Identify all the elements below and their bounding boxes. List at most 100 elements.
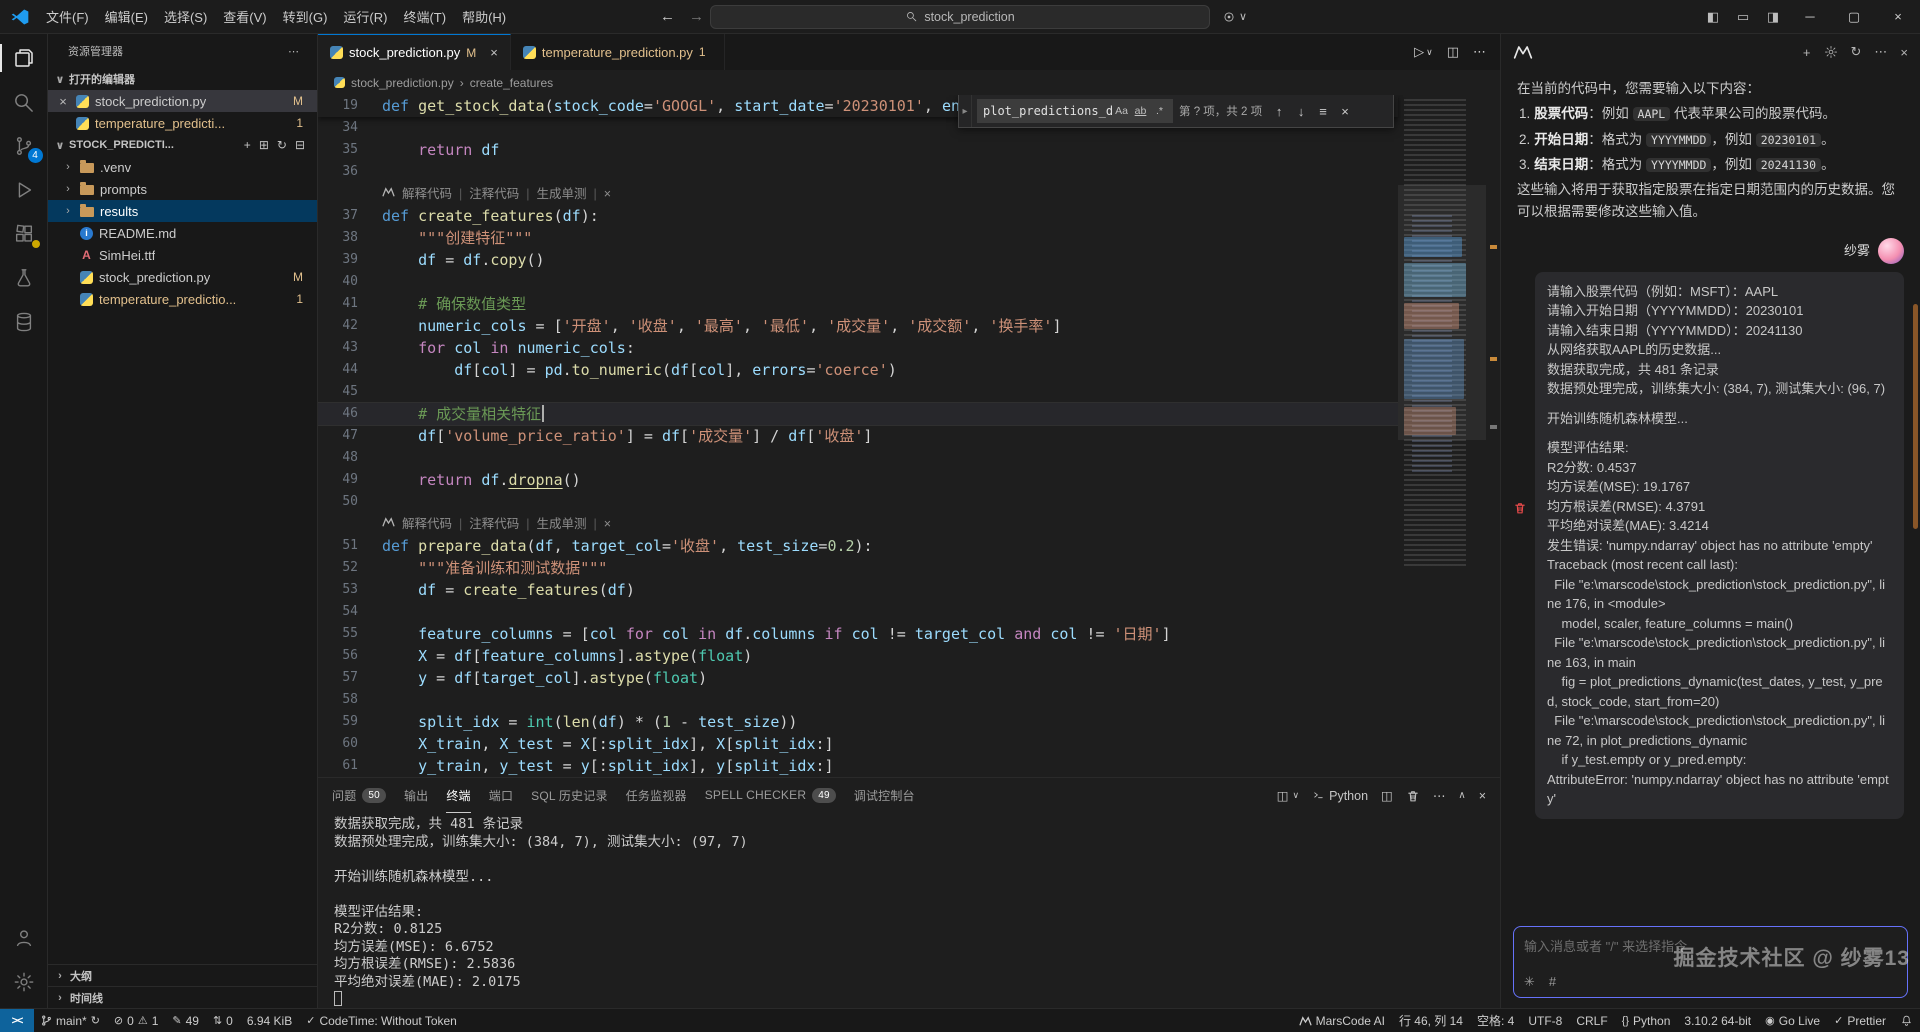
run-python-file-button[interactable]: ▷∨ bbox=[1414, 44, 1433, 60]
tree-item-results[interactable]: ›results bbox=[48, 200, 317, 222]
terminal-output[interactable]: 数据获取完成，共 481 条记录数据预处理完成，训练集大小: (384, 7),… bbox=[318, 813, 1500, 1008]
cursor-position-status[interactable]: 行 46, 列 14 bbox=[1392, 1009, 1470, 1032]
find-previous-icon[interactable]: ↑ bbox=[1268, 104, 1290, 119]
close-icon[interactable]: × bbox=[604, 183, 611, 205]
find-input[interactable]: plot_predictions_dynamic Aa ab .* bbox=[977, 99, 1173, 123]
refresh-icon[interactable]: ↻ bbox=[277, 138, 287, 152]
code-editor[interactable]: 19def get_stock_data(stock_code='GOOGL',… bbox=[318, 95, 1500, 777]
close-find-icon[interactable]: × bbox=[1334, 104, 1356, 119]
panel-tab-问题[interactable]: 问题50 bbox=[332, 778, 386, 813]
minimize-button[interactable]: ─ bbox=[1788, 0, 1832, 33]
chat-input[interactable]: 输入消息或者 "/" 来选择指令 ✳ # bbox=[1513, 926, 1908, 998]
more-actions-icon[interactable]: ⋯ bbox=[1874, 44, 1887, 60]
file-size-status[interactable]: 6.94 KiB bbox=[240, 1009, 299, 1032]
split-editor-icon[interactable]: ◫ bbox=[1447, 44, 1459, 60]
forward-icon[interactable]: → bbox=[689, 8, 704, 25]
activity-source-control[interactable]: 4 bbox=[0, 124, 48, 168]
notifications-button[interactable] bbox=[1893, 1009, 1920, 1032]
regex-icon[interactable]: .* bbox=[1150, 105, 1169, 117]
panel-tab-终端[interactable]: 终端 bbox=[446, 778, 470, 813]
open-editors-header[interactable]: ∨ 打开的编辑器 bbox=[48, 68, 317, 90]
menu-item[interactable]: 选择(S) bbox=[156, 4, 215, 29]
close-icon[interactable]: × bbox=[56, 94, 70, 109]
close-panel-icon[interactable]: × bbox=[1479, 789, 1486, 803]
find-in-selection-icon[interactable]: ≡ bbox=[1312, 104, 1334, 119]
inline-ai-actions[interactable]: 解释代码|注释代码|生成单测|× bbox=[318, 183, 1398, 205]
kill-terminal-icon[interactable] bbox=[1406, 789, 1420, 803]
sidebar-section-大纲[interactable]: ›大纲 bbox=[48, 964, 317, 986]
spell-checker-status[interactable]: ✎49 bbox=[165, 1009, 206, 1032]
close-icon[interactable]: × bbox=[604, 513, 611, 535]
toggle-secondary-sidebar-icon[interactable]: ◨ bbox=[1758, 0, 1788, 33]
new-chat-icon[interactable]: + bbox=[1803, 45, 1811, 60]
menu-item[interactable]: 文件(F) bbox=[38, 4, 97, 29]
panel-tab-SQL 历史记录[interactable]: SQL 历史记录 bbox=[531, 778, 608, 813]
launch-profile-button[interactable]: ◫∨ bbox=[1277, 788, 1299, 803]
close-button[interactable]: × bbox=[1876, 0, 1920, 33]
indentation-status[interactable]: 空格: 4 bbox=[1470, 1009, 1521, 1032]
new-file-icon[interactable]: + bbox=[244, 138, 251, 152]
breadcrumb-symbol[interactable]: create_features bbox=[470, 76, 553, 90]
marscode-ai-status[interactable]: MarsCode AI bbox=[1292, 1009, 1392, 1032]
menu-item[interactable]: 终端(T) bbox=[395, 4, 454, 29]
go-live-status[interactable]: ◉Go Live bbox=[1758, 1009, 1827, 1032]
remote-indicator[interactable]: >< bbox=[0, 1009, 34, 1032]
tree-item-readme-md[interactable]: iREADME.md bbox=[48, 222, 317, 244]
sidebar-section-时间线[interactable]: ›时间线 bbox=[48, 986, 317, 1008]
open-editor-item[interactable]: ×stock_prediction.pyM bbox=[48, 90, 317, 112]
ports-status[interactable]: ⇅0 bbox=[206, 1009, 240, 1032]
menu-item[interactable]: 转到(G) bbox=[275, 4, 336, 29]
split-terminal-icon[interactable]: ◫ bbox=[1381, 788, 1393, 803]
encoding-status[interactable]: UTF-8 bbox=[1521, 1009, 1569, 1032]
activity-remote-explorer[interactable] bbox=[0, 300, 48, 344]
collapse-all-icon[interactable]: ⊟ bbox=[295, 138, 305, 152]
tree-item--venv[interactable]: ›.venv bbox=[48, 156, 317, 178]
new-folder-icon[interactable]: ⊞ bbox=[259, 138, 269, 152]
workspace-folder-header[interactable]: ∨ STOCK_PREDICTI... + ⊞ ↻ ⊟ bbox=[48, 134, 317, 156]
toggle-panel-icon[interactable]: ▭ bbox=[1728, 0, 1758, 33]
python-interpreter-status[interactable]: 3.10.2 64-bit bbox=[1677, 1009, 1758, 1032]
match-case-icon[interactable]: Aa bbox=[1112, 105, 1131, 117]
panel-tab-SPELL CHECKER[interactable]: SPELL CHECKER49 bbox=[705, 778, 836, 813]
tree-item-temperature-predictio---[interactable]: temperature_predictio...1 bbox=[48, 288, 317, 310]
ai-action-3[interactable]: 生成单测 bbox=[537, 513, 587, 535]
terminal-instance[interactable]: Python bbox=[1312, 789, 1368, 803]
minimap[interactable] bbox=[1398, 95, 1486, 777]
panel-tab-任务监视器[interactable]: 任务监视器 bbox=[626, 778, 687, 813]
menu-item[interactable]: 帮助(H) bbox=[454, 4, 514, 29]
activity-extensions[interactable] bbox=[0, 212, 48, 256]
close-icon[interactable]: × bbox=[490, 45, 498, 60]
ai-action-1[interactable]: 解释代码 bbox=[402, 183, 452, 205]
maximize-button[interactable]: ▢ bbox=[1832, 0, 1876, 33]
toggle-sidebar-icon[interactable]: ◧ bbox=[1698, 0, 1728, 33]
editor-tab[interactable]: stock_prediction.pyM× bbox=[318, 34, 511, 70]
tree-item-simhei-ttf[interactable]: ASimHei.ttf bbox=[48, 244, 317, 266]
panel-tab-调试控制台[interactable]: 调试控制台 bbox=[854, 778, 915, 813]
whole-word-icon[interactable]: ab bbox=[1131, 105, 1150, 117]
more-actions-icon[interactable]: ⋯ bbox=[288, 45, 299, 58]
ai-action-3[interactable]: 生成单测 bbox=[537, 183, 587, 205]
menu-item[interactable]: 查看(V) bbox=[215, 4, 274, 29]
panel-tab-输出[interactable]: 输出 bbox=[404, 778, 428, 813]
context-hash-icon[interactable]: # bbox=[1549, 974, 1556, 990]
toggle-replace-icon[interactable]: ▸ bbox=[959, 95, 972, 127]
activity-run-debug[interactable] bbox=[0, 168, 48, 212]
open-editor-item[interactable]: temperature_predicti...1 bbox=[48, 112, 317, 134]
manage-button[interactable] bbox=[0, 960, 48, 1004]
ai-action-2[interactable]: 注释代码 bbox=[469, 513, 519, 535]
menu-item[interactable]: 运行(R) bbox=[335, 4, 395, 29]
prettier-status[interactable]: ✓Prettier bbox=[1827, 1009, 1893, 1032]
codetime-status[interactable]: ✓CodeTime: Without Token bbox=[299, 1009, 464, 1032]
chat-scrollbar[interactable] bbox=[1913, 304, 1918, 529]
more-actions-icon[interactable]: ⋯ bbox=[1473, 44, 1486, 60]
gear-icon[interactable] bbox=[1824, 45, 1838, 59]
command-center-search[interactable]: stock_prediction bbox=[710, 5, 1210, 29]
menu-item[interactable]: 编辑(E) bbox=[97, 4, 156, 29]
eol-status[interactable]: CRLF bbox=[1569, 1009, 1614, 1032]
ai-action-2[interactable]: 注释代码 bbox=[469, 183, 519, 205]
git-branch-status[interactable]: main* ↻ bbox=[34, 1009, 107, 1032]
panel-tab-端口[interactable]: 端口 bbox=[489, 778, 513, 813]
find-next-icon[interactable]: ↓ bbox=[1290, 104, 1312, 119]
skills-icon[interactable]: ✳ bbox=[1524, 974, 1535, 990]
more-actions-icon[interactable]: ⋯ bbox=[1433, 788, 1446, 803]
